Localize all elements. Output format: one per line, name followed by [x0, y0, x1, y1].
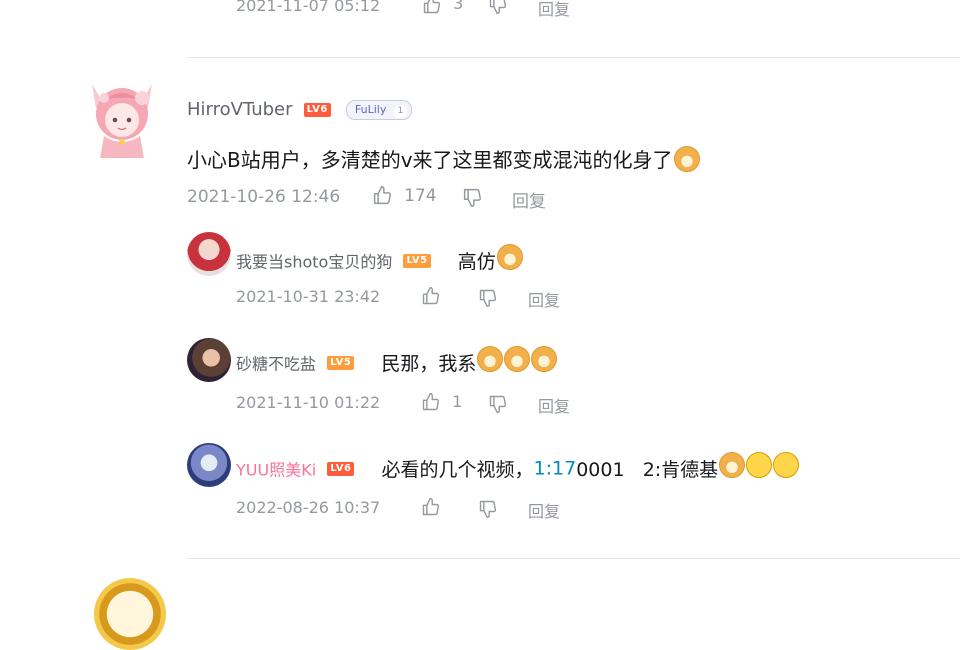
- reply-button[interactable]: 回复: [512, 187, 546, 212]
- reply-text: 必看的几个视频，: [381, 459, 534, 481]
- username[interactable]: 砂糖不吃盐: [236, 355, 316, 374]
- avatar[interactable]: [187, 443, 231, 487]
- comment-time: 2022-08-26 10:37: [236, 498, 381, 517]
- reply-text: 高仿: [457, 251, 496, 273]
- reply-text: 民那，我系: [381, 353, 477, 375]
- username[interactable]: HirroVTuber: [187, 99, 293, 120]
- thumb-up-icon: [422, 497, 440, 515]
- avatar[interactable]: [94, 578, 166, 650]
- reply-button[interactable]: 回复: [538, 393, 570, 417]
- shiba-emoji-icon: [477, 346, 504, 372]
- username[interactable]: YUU照美Ki: [236, 461, 316, 480]
- thumb-down-icon: [463, 188, 481, 207]
- thumb-down-icon: [489, 0, 507, 14]
- thumb-up-icon: [373, 186, 391, 205]
- shiba-emoji-icon: [504, 346, 531, 372]
- level-badge: LV6: [327, 461, 355, 476]
- like-button[interactable]: 174: [372, 185, 437, 206]
- comment-content: 小心B站用户，多清楚的v来了这里都变成混沌的化身了: [187, 144, 700, 173]
- reply-button[interactable]: 回复: [528, 287, 560, 311]
- avatar[interactable]: [187, 338, 231, 382]
- fan-badge-name: FuLily: [354, 102, 387, 116]
- divider: [187, 57, 960, 58]
- dislike-button[interactable]: [462, 187, 483, 208]
- reply-button[interactable]: 回复: [538, 0, 570, 20]
- thumb-up-icon: [422, 286, 440, 304]
- thumb-down-icon: [479, 289, 497, 307]
- comment-time: 2021-11-10 01:22: [236, 393, 381, 412]
- level-badge: LV5: [403, 253, 431, 268]
- shiba-emoji-icon: [719, 452, 746, 478]
- thumb-down-icon: [489, 395, 507, 413]
- like-count: 174: [404, 185, 437, 206]
- reply-header: 我要当shoto宝贝的狗 LV5 高仿: [236, 244, 523, 274]
- reply-header: 砂糖不吃盐 LV5 民那，我系: [236, 346, 558, 376]
- like-button[interactable]: [421, 285, 441, 306]
- comment-time: 2021-11-07 05:12: [236, 0, 381, 15]
- fan-badge-level: 1: [393, 104, 407, 118]
- reply-header: YUU照美Ki LV6 必看的几个视频，1:170001 2:肯德基: [236, 452, 800, 482]
- smile-emoji-icon: [746, 452, 773, 478]
- dislike-button[interactable]: [478, 287, 498, 308]
- like-count: 3: [453, 0, 464, 13]
- fan-badge[interactable]: FuLily 1: [345, 99, 412, 120]
- comment-time: 2021-10-31 23:42: [236, 287, 381, 306]
- thumb-up-icon: [422, 392, 440, 410]
- like-button[interactable]: 1: [421, 391, 462, 412]
- dislike-button[interactable]: [488, 393, 508, 414]
- level-badge: LV5: [327, 355, 355, 370]
- avatar[interactable]: [84, 74, 160, 160]
- divider: [187, 558, 960, 559]
- like-count: 1: [452, 392, 463, 411]
- reply-text-continued: 0001 2:肯德基: [576, 459, 719, 481]
- comment-header: HirroVTuber LV6 FuLily 1: [187, 99, 412, 121]
- avatar[interactable]: [187, 232, 231, 276]
- shiba-emoji-icon: [531, 346, 558, 372]
- thumb-down-icon: [479, 500, 497, 518]
- comment-time: 2021-10-26 12:46: [187, 187, 341, 207]
- dislike-button[interactable]: [488, 0, 508, 15]
- smile-emoji-icon: [773, 452, 800, 478]
- reply-button[interactable]: 回复: [528, 498, 560, 522]
- shiba-emoji-icon: [673, 146, 700, 172]
- thumb-up-icon: [423, 0, 441, 13]
- username[interactable]: 我要当shoto宝贝的狗: [236, 253, 392, 272]
- like-button[interactable]: 3: [422, 0, 463, 15]
- avatar-illustration: [92, 84, 152, 158]
- level-badge: LV6: [303, 102, 331, 117]
- timestamp-link[interactable]: 1:17: [534, 458, 577, 480]
- dislike-button[interactable]: [478, 498, 498, 519]
- like-button[interactable]: [421, 496, 441, 517]
- comment-text: 小心B站用户，多清楚的v来了这里都变成混沌的化身了: [187, 148, 673, 172]
- shiba-emoji-icon: [496, 244, 523, 270]
